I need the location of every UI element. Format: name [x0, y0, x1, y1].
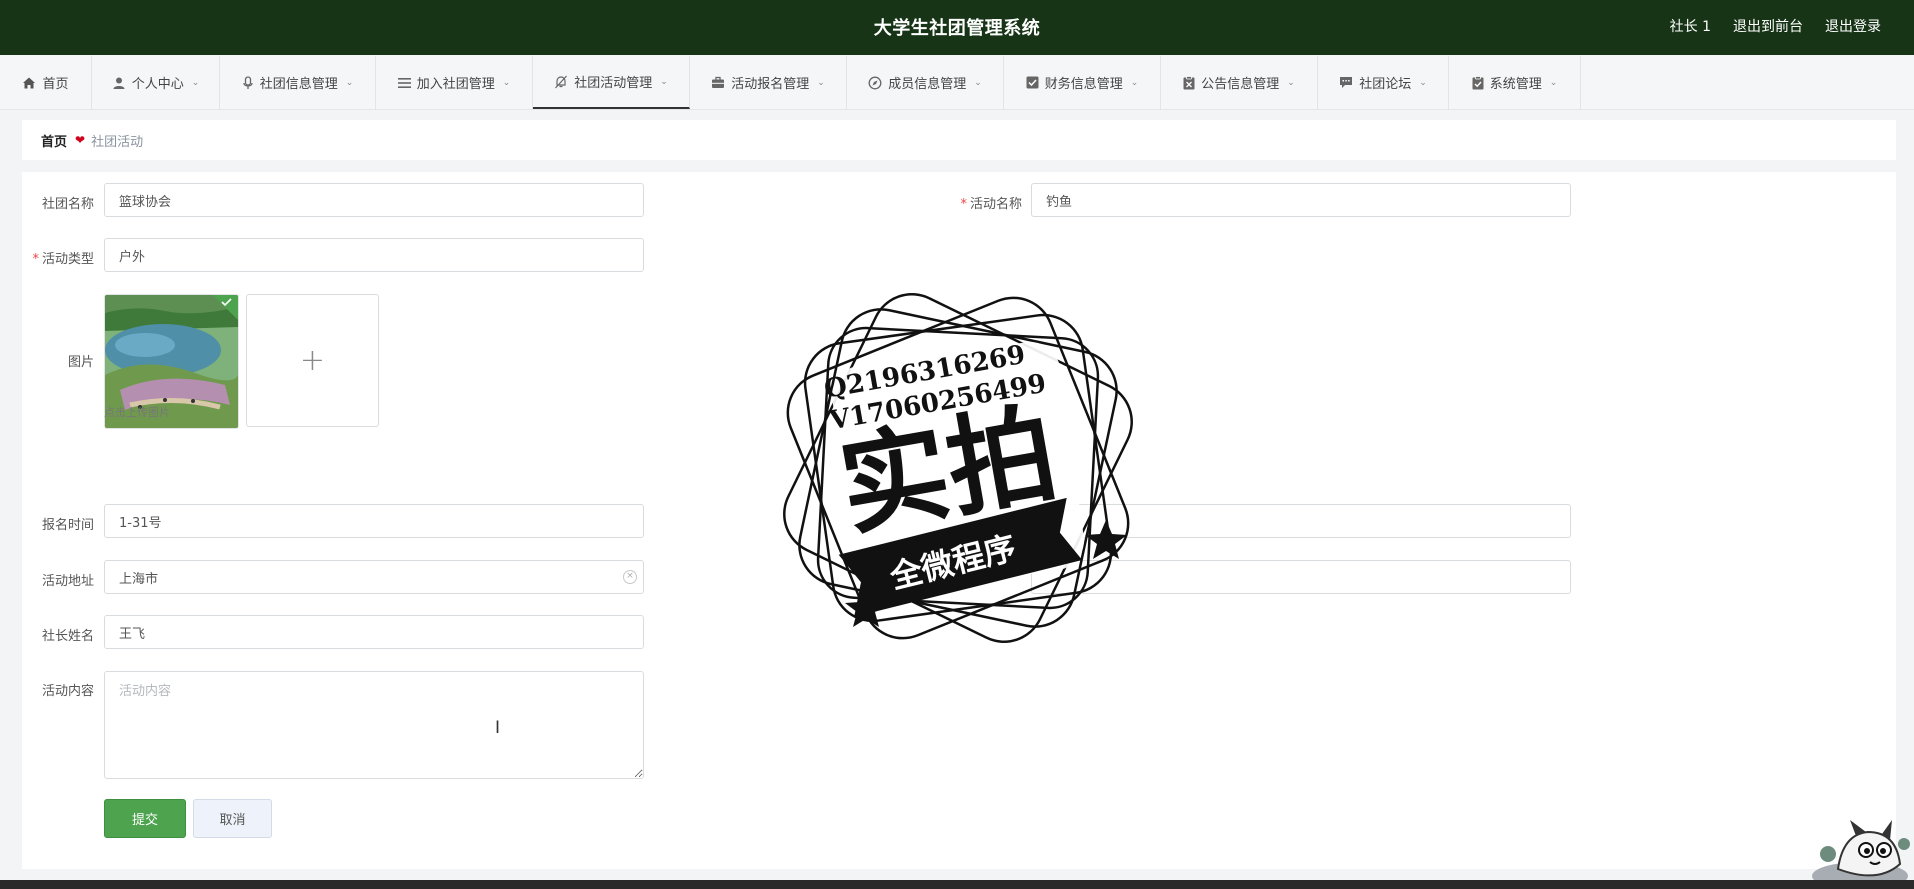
text-cursor-icon: I: [495, 718, 501, 738]
nav-label: 社团论坛: [1359, 77, 1412, 92]
nav-finance-info[interactable]: 财务信息管理 ⌄: [1004, 56, 1161, 109]
bottom-bar: [0, 880, 1914, 889]
content-label: 活动内容: [41, 684, 94, 699]
activity-name-label: * 活动名称: [960, 197, 1022, 212]
clipboard-x-icon: [1183, 75, 1195, 89]
address-label: 活动地址: [41, 574, 94, 589]
nav-notice-info[interactable]: 公告信息管理 ⌄: [1161, 56, 1318, 109]
nav-activity-signup[interactable]: 活动报名管理 ⌄: [690, 56, 847, 109]
chevron-down-icon: ⌄: [1549, 77, 1558, 88]
nav-personal-center[interactable]: 个人中心 ⌄: [92, 56, 220, 109]
chevron-down-icon: ⌄: [345, 77, 354, 88]
nav-member-info[interactable]: 成员信息管理 ⌄: [847, 56, 1004, 109]
nav-label: 加入社团管理: [416, 77, 495, 92]
leader-name-input[interactable]: [104, 615, 644, 649]
clipboard-check-icon: [1472, 75, 1484, 89]
current-user: 社长 1: [1669, 19, 1711, 35]
compass-icon: [868, 76, 882, 89]
home-icon: [23, 77, 36, 88]
leader-name-label: 社长姓名: [41, 629, 94, 644]
nav-club-info[interactable]: 社团信息管理 ⌄: [220, 56, 376, 109]
signup-time-label: 报名时间: [41, 518, 94, 533]
nav-label: 系统管理: [1489, 77, 1542, 92]
message-icon: [1340, 77, 1353, 88]
club-name-label: 社团名称: [41, 197, 94, 212]
breadcrumb-home[interactable]: 首页: [41, 131, 67, 150]
heart-icon: ❤: [75, 133, 86, 147]
briefcase-icon: [712, 76, 725, 88]
image-label: 图片: [67, 355, 94, 370]
activity-type-input[interactable]: [104, 238, 644, 272]
content-textarea[interactable]: [104, 671, 644, 779]
main-nav: 首页 个人中心 ⌄ 社团信息管理 ⌄ 加入社团管理 ⌄ 社团活动管理 ⌄ 活动报名管理 ⌄…: [0, 56, 1914, 110]
chevron-down-icon: ⌄: [660, 76, 668, 87]
list-icon: [397, 77, 411, 88]
upload-hint: 点击上传图片: [104, 406, 170, 419]
nav-label: 社团信息管理: [259, 77, 338, 92]
bell-off-icon: [555, 75, 568, 88]
top-header: 大学生社团管理系统 社长 1 退出到前台 退出登录: [0, 0, 1914, 55]
signup-time-input[interactable]: [104, 504, 644, 538]
nav-home[interactable]: 首页: [0, 56, 92, 109]
mic-icon: [243, 75, 253, 89]
chevron-down-icon: ⌄: [1287, 77, 1295, 88]
clear-icon[interactable]: ×: [623, 570, 637, 584]
watermark-stamp: Q2196316269 V17060256499 实拍 全微程序: [783, 293, 1133, 643]
add-image-button[interactable]: +: [246, 294, 379, 427]
cancel-button[interactable]: 取消: [193, 799, 272, 838]
app-title: 大学生社团管理系统: [873, 18, 1041, 39]
exit-to-frontend-link[interactable]: 退出到前台: [1733, 0, 1803, 55]
chevron-down-icon: ⌄: [974, 77, 982, 88]
logout-link[interactable]: 退出登录: [1825, 0, 1881, 55]
breadcrumb: 首页 ❤ 社团活动: [22, 120, 1896, 160]
activity-type-label: * 活动类型: [32, 252, 94, 267]
nav-label: 首页: [42, 77, 69, 92]
chevron-down-icon: ⌄: [502, 77, 511, 88]
nav-label: 社团活动管理: [574, 76, 653, 91]
nav-system-management[interactable]: 系统管理 ⌄: [1449, 56, 1581, 109]
address-input[interactable]: [104, 560, 644, 594]
user-links: 社长 1 退出到前台 退出登录: [1670, 0, 1881, 55]
user-icon: [113, 77, 125, 89]
nav-label: 公告信息管理: [1201, 77, 1280, 92]
nav-label: 活动报名管理: [731, 77, 810, 92]
club-name-input[interactable]: [104, 183, 644, 217]
nav-club-forum[interactable]: 社团论坛 ⌄: [1318, 56, 1449, 109]
mascot-cat-icon: [1812, 820, 1910, 889]
activity-name-input[interactable]: [1031, 183, 1571, 217]
nav-label: 个人中心: [131, 77, 184, 92]
nav-club-activity[interactable]: 社团活动管理 ⌄: [533, 56, 690, 109]
chevron-down-icon: ⌄: [191, 77, 200, 88]
chevron-down-icon: ⌄: [1419, 77, 1427, 88]
nav-label: 财务信息管理: [1044, 77, 1123, 92]
check-square-icon: [1026, 76, 1039, 89]
nav-label: 成员信息管理: [888, 77, 967, 92]
chevron-down-icon: ⌄: [1130, 77, 1139, 88]
chevron-down-icon: ⌄: [817, 77, 825, 88]
nav-join-club[interactable]: 加入社团管理 ⌄: [376, 56, 533, 109]
breadcrumb-current: 社团活动: [91, 134, 144, 150]
submit-button[interactable]: 提交: [104, 799, 186, 838]
